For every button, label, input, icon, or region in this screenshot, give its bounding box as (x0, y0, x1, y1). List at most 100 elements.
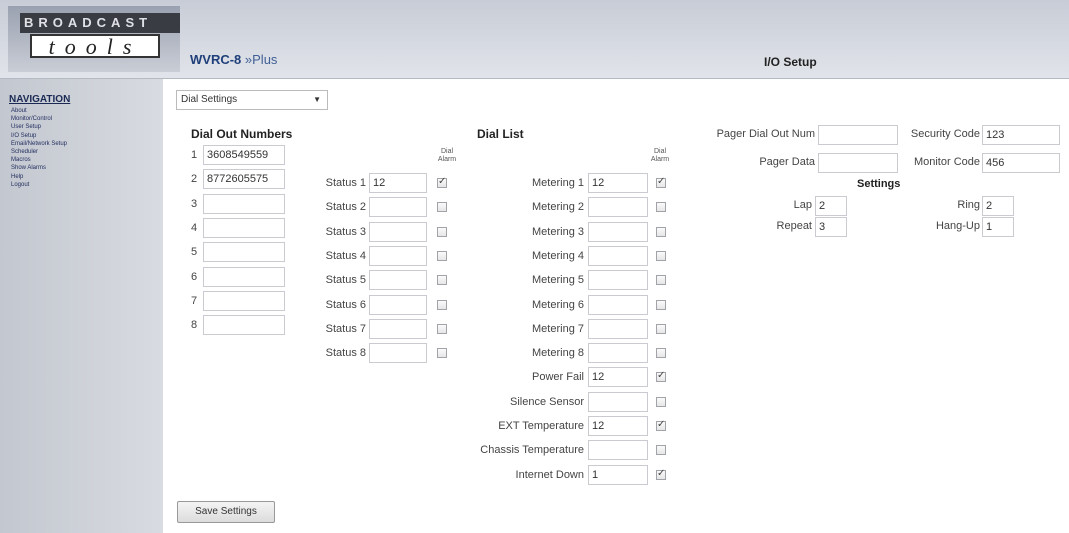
metering-label: Chassis Temperature (480, 444, 584, 457)
dial-out-index: 1 (191, 149, 198, 161)
status-dial-input[interactable] (369, 318, 427, 339)
metering-dial-alarm-checkbox[interactable] (656, 445, 666, 456)
nav-item-about[interactable]: About (11, 107, 67, 115)
lap-label: Lap (793, 199, 812, 211)
nav-item-user-setup[interactable]: User Setup (11, 123, 67, 131)
metering-dial-alarm-checkbox[interactable] (656, 348, 666, 359)
status-label: Status 6 (325, 298, 366, 311)
metering-dial-input[interactable] (588, 221, 648, 242)
logo-bottom-text: tools (30, 34, 160, 58)
status-label: Status 2 (325, 201, 366, 214)
status-dial-input[interactable]: 12 (369, 173, 427, 193)
metering-dial-alarm-checkbox[interactable] (656, 370, 666, 383)
status-label: Status 3 (325, 225, 366, 238)
status-dial-input[interactable] (369, 221, 427, 242)
dial-out-number-input[interactable] (203, 315, 285, 336)
metering-dial-input[interactable]: 1 (588, 464, 648, 485)
status-label: Status 8 (325, 347, 366, 360)
metering-dial-input[interactable] (588, 197, 648, 218)
hangup-input[interactable]: 1 (982, 217, 1014, 237)
metering-label: Internet Down (515, 468, 584, 481)
status-dial-input[interactable] (369, 343, 427, 364)
security-code-input[interactable]: 123 (982, 125, 1060, 145)
settings-title: Settings (857, 178, 901, 190)
logo-top-text: BROADCAST (20, 13, 180, 33)
settings-dropdown-value: Dial Settings (181, 94, 238, 105)
metering-dial-input[interactable]: 12 (588, 416, 648, 436)
metering-dial-input[interactable] (588, 294, 648, 315)
dial-out-number-input[interactable] (203, 266, 285, 287)
metering-dial-alarm-checkbox[interactable] (656, 419, 666, 431)
metering-label: Metering 5 (532, 274, 584, 287)
nav-item-logout[interactable]: Logout (11, 181, 67, 189)
metering-label: Metering 4 (532, 249, 584, 262)
dial-out-number-input[interactable] (203, 290, 285, 311)
chevron-down-icon: ▼ (313, 95, 321, 104)
dial-out-number-input[interactable] (203, 242, 285, 263)
metering-dial-input[interactable]: 12 (588, 173, 648, 193)
metering-dial-alarm-checkbox[interactable] (656, 323, 666, 334)
metering-dial-alarm-checkbox[interactable] (656, 176, 666, 188)
nav-item-show-alarms[interactable]: Show Alarms (11, 164, 67, 172)
metering-dial-input[interactable]: 12 (588, 367, 648, 388)
metering-alarm-header: Dial Alarm (650, 148, 670, 163)
repeat-input[interactable]: 3 (815, 217, 847, 237)
lap-input[interactable]: 2 (815, 196, 847, 216)
monitor-code-label: Monitor Code (913, 156, 980, 168)
nav-item-help[interactable]: Help (11, 173, 67, 181)
nav-item-scheduler[interactable]: Scheduler (11, 148, 67, 156)
metering-label: EXT Temperature (498, 420, 584, 432)
metering-dial-alarm-checkbox[interactable] (656, 299, 666, 310)
settings-dropdown[interactable]: Dial Settings ▼ (176, 90, 328, 110)
repeat-label: Repeat (776, 220, 812, 232)
metering-dial-alarm-checkbox[interactable] (656, 250, 666, 261)
metering-dial-alarm-checkbox[interactable] (656, 396, 666, 407)
dial-out-number-input[interactable]: 8772605575 (203, 169, 285, 190)
status-label: Status 7 (325, 322, 366, 335)
nav-list: About Monitor/Control User Setup I/O Set… (11, 107, 67, 189)
model-name: WVRC-8 (190, 52, 242, 67)
nav-item-monitor-control[interactable]: Monitor/Control (11, 115, 67, 123)
metering-dial-input[interactable] (588, 440, 648, 461)
metering-dial-input[interactable] (588, 245, 648, 266)
dial-out-number-input[interactable]: 3608549559 (203, 145, 285, 165)
metering-dial-alarm-checkbox[interactable] (656, 202, 666, 213)
metering-dial-alarm-checkbox[interactable] (656, 226, 666, 237)
nav-item-io-setup[interactable]: I/O Setup (11, 132, 67, 140)
dial-out-number-input[interactable] (203, 217, 285, 238)
status-label: Status 4 (325, 249, 366, 262)
status-alarm-header: Dial Alarm (437, 148, 457, 163)
metering-label: Silence Sensor (510, 395, 584, 408)
nav-item-email-network-setup[interactable]: Email/Network Setup (11, 140, 67, 148)
metering-dial-input[interactable] (588, 318, 648, 339)
nav-item-macros[interactable]: Macros (11, 156, 67, 164)
status-label: Status 5 (325, 274, 366, 287)
dial-out-title: Dial Out Numbers (191, 127, 293, 141)
metering-label: Metering 8 (532, 347, 584, 360)
metering-label: Power Fail (532, 371, 584, 384)
dial-out-index: 8 (191, 319, 198, 332)
metering-dial-alarm-checkbox[interactable] (656, 468, 666, 480)
metering-dial-input[interactable] (588, 270, 648, 291)
app-header: BROADCAST tools WVRC-8 »Plus I/O Setup (0, 0, 1069, 79)
dial-out-number-input[interactable] (203, 193, 285, 214)
metering-dial-alarm-checkbox[interactable] (656, 275, 666, 286)
nav-title: NAVIGATION (9, 94, 71, 105)
status-dial-input[interactable] (369, 270, 427, 291)
status-dial-input[interactable] (369, 245, 427, 266)
ring-label: Ring (957, 199, 980, 211)
save-settings-button[interactable]: Save Settings (177, 501, 275, 523)
dial-out-index: 7 (191, 294, 198, 307)
dial-out-index: 3 (191, 197, 198, 210)
security-code-label: Security Code (910, 128, 980, 140)
model-suffix: »Plus (244, 52, 278, 67)
monitor-code-input[interactable]: 456 (982, 153, 1060, 173)
metering-dial-input[interactable] (588, 391, 648, 412)
status-dial-input[interactable] (369, 197, 427, 218)
status-dial-input[interactable] (369, 294, 427, 315)
model-title: WVRC-8 »Plus (190, 52, 277, 67)
metering-label: Metering 7 (532, 322, 584, 335)
ring-input[interactable]: 2 (982, 196, 1014, 216)
metering-dial-input[interactable] (588, 343, 648, 364)
metering-label: Metering 2 (532, 201, 584, 214)
